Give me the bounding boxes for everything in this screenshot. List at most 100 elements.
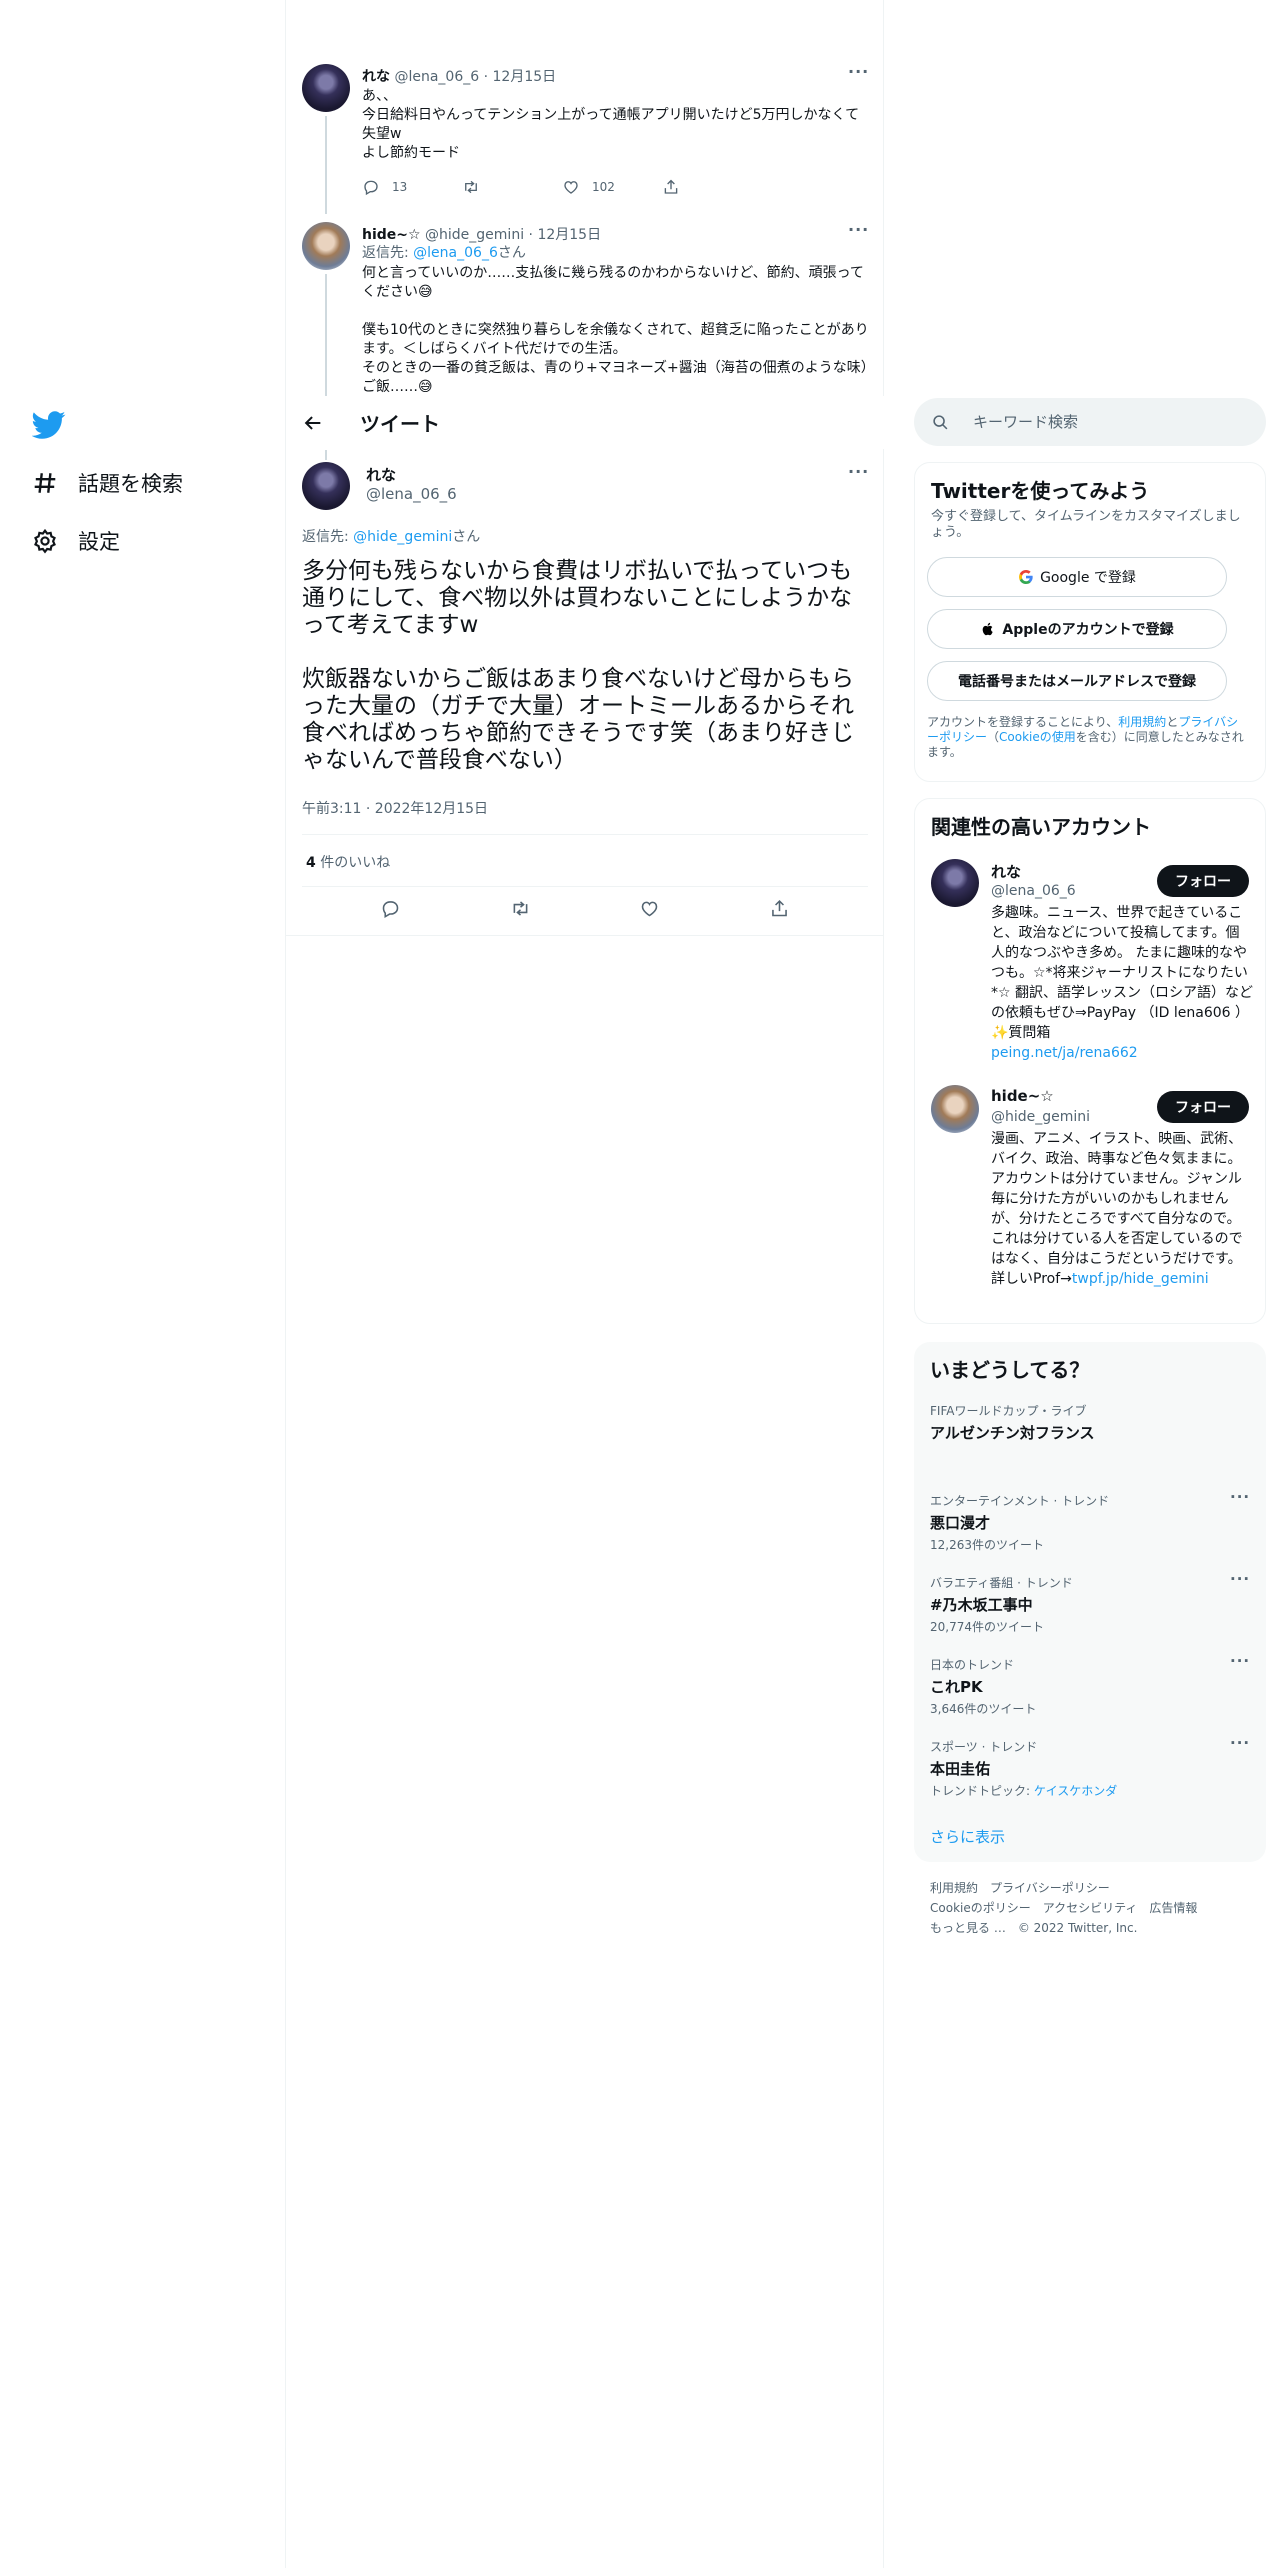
nav-explore-label: 話題を検索: [78, 472, 183, 496]
search-input[interactable]: [973, 413, 1233, 431]
follow-button[interactable]: フォロー: [1157, 865, 1249, 897]
reply-context: 返信先: @lena_06_6さん: [362, 244, 872, 263]
signup-title: Twitterを使ってみよう: [931, 479, 1150, 503]
tweet-date[interactable]: 12月15日: [537, 227, 601, 243]
likes-summary[interactable]: 4 件のいいね: [306, 852, 390, 872]
footer-privacy-link[interactable]: プライバシーポリシー: [990, 1881, 1110, 1895]
reply-button[interactable]: 13: [362, 178, 462, 196]
more-icon[interactable]: ···: [1230, 1734, 1250, 1752]
account-name[interactable]: れな: [991, 861, 1021, 882]
share-icon[interactable]: [769, 898, 790, 919]
avatar[interactable]: [931, 1085, 979, 1133]
nav-explore[interactable]: 話題を検索: [32, 463, 183, 503]
heart-icon: [564, 181, 578, 194]
apple-signup-button[interactable]: Appleのアカウントで登録: [927, 609, 1227, 649]
author-name[interactable]: hide~☆: [362, 227, 421, 243]
bio-link[interactable]: peing.net/ja/rena662: [991, 1045, 1138, 1061]
tweet-timestamp[interactable]: 午前3:11 · 2022年12月15日: [302, 798, 488, 818]
author-name[interactable]: れな: [366, 464, 396, 485]
more-icon[interactable]: ···: [1230, 1652, 1250, 1670]
trend-count: トレンドトピック: ケイスケホンダ: [930, 1782, 1117, 1799]
trend-count: 3,646件のツイート: [930, 1702, 1037, 1716]
avatar[interactable]: [302, 462, 350, 510]
follow-button[interactable]: フォロー: [1157, 1091, 1249, 1123]
trends-title: いまどうしてる？: [930, 1358, 1090, 1382]
reply-icon[interactable]: [380, 898, 401, 919]
footer-cookie-link[interactable]: Cookieのポリシー: [930, 1901, 1031, 1915]
footer-copyright: © 2022 Twitter, Inc.: [1017, 1921, 1138, 1935]
reply-to-link[interactable]: @hide_gemini: [353, 529, 452, 545]
footer-accessibility-link[interactable]: アクセシビリティ: [1043, 1901, 1138, 1915]
footer-terms-link[interactable]: 利用規約: [930, 1881, 978, 1895]
signup-subtitle: 今すぐ登録して、タイムラインをカスタマイズしましょう。: [931, 509, 1241, 540]
retweet-button[interactable]: [462, 178, 562, 196]
nav-settings[interactable]: 設定: [32, 521, 120, 561]
trends-card: いまどうしてる？ FIFAワールドカップ・ライブ アルゼンチン対フランス エンタ…: [914, 1342, 1266, 1862]
phone-email-signup-button[interactable]: 電話番号またはメールアドレスで登録: [927, 661, 1227, 701]
cookie-link[interactable]: Cookieの使用: [999, 730, 1076, 744]
divider: [302, 834, 868, 835]
author-name[interactable]: れな: [362, 69, 390, 85]
legal-text: アカウントを登録することにより、: [927, 715, 1119, 729]
more-icon[interactable]: ···: [848, 462, 869, 481]
focal-tweet: れな @lena_06_6 ··· 返信先: @hide_geminiさん 多分…: [286, 450, 884, 936]
account-handle[interactable]: @lena_06_6: [991, 883, 1076, 899]
thread-tweet[interactable]: hide~☆ @hide_gemini · 12月15日 ··· 返信先: @l…: [286, 218, 884, 396]
trend-count: 12,263件のツイート: [930, 1538, 1044, 1552]
retweet-icon: [465, 180, 477, 194]
signup-legal-text: アカウントを登録することにより、利用規約とプライバシーポリシー（Cookieの使…: [927, 715, 1249, 760]
heart-icon[interactable]: [639, 898, 660, 919]
trend-name: #乃木坂工事中: [930, 1596, 1033, 1614]
more-icon[interactable]: ···: [848, 220, 869, 239]
like-count: 102: [592, 180, 615, 194]
avatar[interactable]: [302, 222, 350, 270]
avatar[interactable]: [302, 64, 350, 112]
retweet-icon[interactable]: [510, 898, 531, 919]
like-button[interactable]: 102: [562, 178, 662, 196]
signup-card: Twitterを使ってみよう 今すぐ登録して、タイムラインをカスタマイズしましょ…: [914, 462, 1266, 782]
google-signup-button[interactable]: Google で登録: [927, 557, 1227, 597]
main-column: れな @lena_06_6 · 12月15日 ··· あ、、 今日給料日やんって…: [286, 0, 884, 2568]
reply-to-link[interactable]: @lena_06_6: [413, 245, 498, 261]
show-more-link[interactable]: さらに表示: [930, 1826, 1005, 1847]
tweet-actions: [286, 898, 884, 919]
back-arrow-icon[interactable]: [302, 412, 324, 434]
author-handle[interactable]: @lena_06_6: [394, 69, 479, 85]
bio-link[interactable]: twpf.jp/hide_gemini: [1072, 1271, 1209, 1287]
trend-name: 悪口漫才: [930, 1514, 991, 1532]
tweet-actions: 13 102: [362, 178, 762, 196]
gear-icon: [34, 528, 56, 554]
tweet-date[interactable]: 12月15日: [493, 69, 557, 85]
share-button[interactable]: [662, 178, 762, 196]
page-title: ツイート: [360, 412, 440, 436]
trend-topic-link[interactable]: ケイスケホンダ: [1034, 1784, 1117, 1798]
related-title: 関連性の高いアカウント: [931, 815, 1151, 839]
likes-label: 件のいいね: [315, 855, 391, 871]
google-signup-label: Google で登録: [1040, 570, 1136, 586]
trend-category: バラエティ番組 · トレンド: [930, 1576, 1073, 1590]
reply-count: 13: [392, 180, 408, 194]
author-handle[interactable]: @hide_gemini: [425, 227, 524, 243]
more-icon[interactable]: ···: [1230, 1488, 1250, 1506]
trend-category: スポーツ · トレンド: [930, 1740, 1038, 1754]
share-icon: [664, 179, 678, 194]
reply-prefix: 返信先:: [302, 529, 354, 545]
separator-dot: ·: [528, 227, 533, 243]
account-handle[interactable]: @hide_gemini: [991, 1109, 1090, 1125]
trend-topic-prefix: トレンドトピック:: [930, 1784, 1034, 1798]
footer-ads-link[interactable]: 広告情報: [1149, 1901, 1197, 1915]
more-icon[interactable]: ···: [1230, 1570, 1250, 1588]
author-handle[interactable]: @lena_06_6: [366, 485, 457, 503]
terms-link[interactable]: 利用規約: [1118, 715, 1166, 729]
apple-signup-label: Appleのアカウントで登録: [1002, 622, 1174, 638]
more-icon[interactable]: ···: [848, 62, 869, 81]
twitter-logo-icon[interactable]: [32, 408, 66, 442]
avatar[interactable]: [931, 859, 979, 907]
search-bar[interactable]: [914, 398, 1266, 446]
thread-tweet[interactable]: れな @lena_06_6 · 12月15日 ··· あ、、 今日給料日やんって…: [286, 60, 884, 214]
footer-more-link[interactable]: もっと見る …: [930, 1921, 1006, 1935]
search-icon: [933, 414, 948, 429]
apple-icon: [983, 622, 994, 636]
footer-links: 利用規約 プライバシーポリシー Cookieのポリシー アクセシビリティ 広告情報 も…: [930, 1878, 1260, 1938]
account-name[interactable]: hide~☆: [991, 1087, 1054, 1105]
